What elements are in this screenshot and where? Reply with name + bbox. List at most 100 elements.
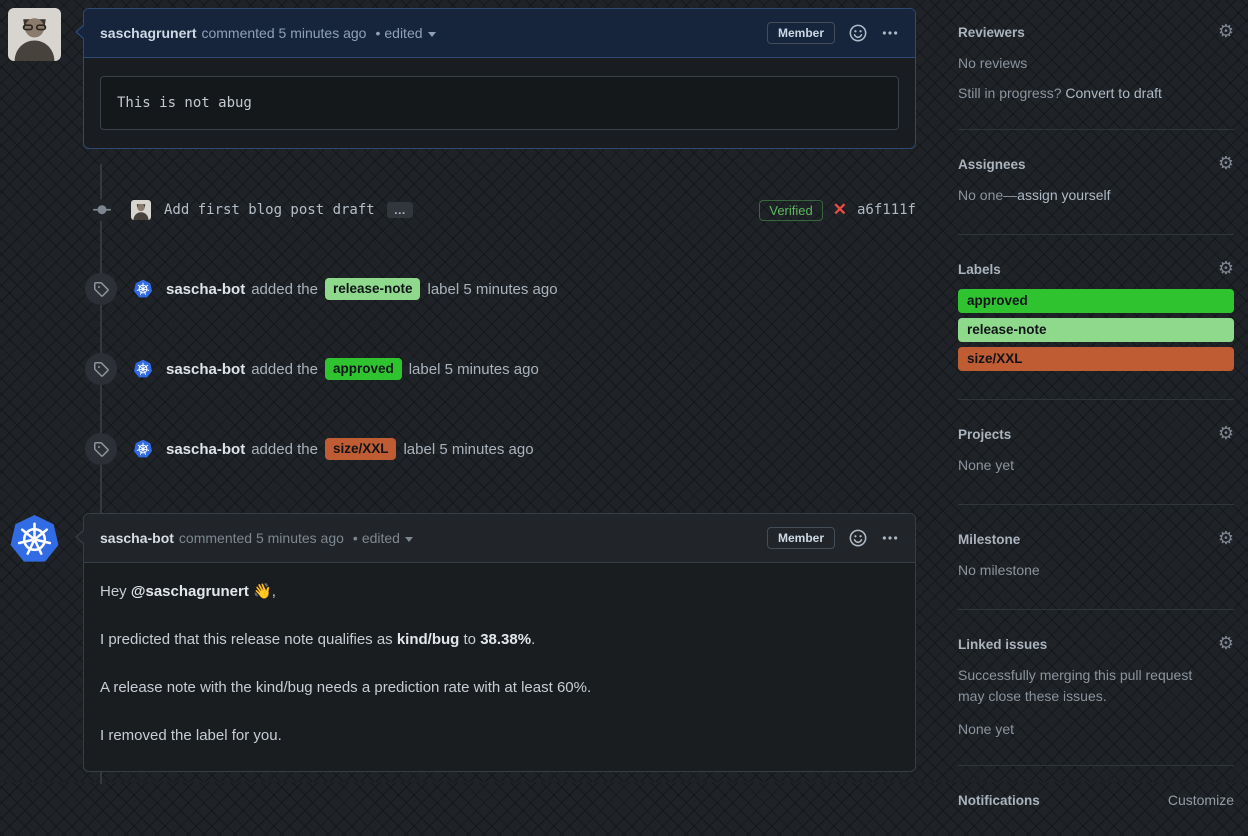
section-header: Linked issues ⚙ xyxy=(958,635,1234,653)
comment-paragraph: I removed the label for you. xyxy=(100,727,282,744)
section-title: Linked issues xyxy=(958,636,1048,652)
tag-icon xyxy=(94,442,109,457)
kebab-horizontal-icon xyxy=(882,536,898,540)
comment-header-actions: Member xyxy=(766,22,899,44)
verified-badge[interactable]: Verified xyxy=(759,199,823,221)
comment-saschagrunert: saschagrunert commented 5 minutes ago • … xyxy=(8,8,916,149)
gear-icon[interactable]: ⚙ xyxy=(1218,23,1234,41)
kubernetes-logo-icon xyxy=(133,439,153,458)
label-chip[interactable]: approved xyxy=(958,289,1234,313)
code-block: This is not abug xyxy=(100,76,899,130)
tag-icon xyxy=(94,282,109,297)
edited-dropdown[interactable]: edited xyxy=(362,530,413,546)
smiley-icon xyxy=(849,529,867,547)
section-title: Assignees xyxy=(958,156,1026,172)
assign-yourself-link[interactable]: assign yourself xyxy=(1017,187,1110,203)
gear-icon[interactable]: ⚙ xyxy=(1218,530,1234,548)
section-header: Reviewers ⚙ xyxy=(958,23,1234,41)
event-icon-circle xyxy=(85,273,117,305)
section-header: Projects ⚙ xyxy=(958,425,1234,443)
add-reaction-button[interactable] xyxy=(849,529,867,547)
avatar-sascha-bot[interactable] xyxy=(8,513,61,566)
label-chip[interactable]: release-note xyxy=(324,278,421,300)
person-avatar-image xyxy=(131,200,151,220)
label-chip[interactable]: release-note xyxy=(958,318,1234,342)
convert-to-draft-link[interactable]: Convert to draft xyxy=(1065,85,1162,101)
section-header: Assignees ⚙ xyxy=(958,155,1234,173)
label-chip[interactable]: approved xyxy=(324,358,402,380)
avatar-sascha-bot[interactable] xyxy=(133,359,153,379)
section-header: Labels ⚙ xyxy=(958,260,1234,278)
comment-body: Hey @saschagrunert 👋, I predicted that t… xyxy=(84,563,915,771)
avatar-saschagrunert[interactable] xyxy=(8,8,61,61)
edited-label: edited xyxy=(361,530,400,546)
event-suffix-text: label 5 minutes ago xyxy=(427,280,558,298)
event-actor-link[interactable]: sascha-bot xyxy=(166,361,245,378)
sidebar-section-notifications: Notifications Customize xyxy=(958,766,1234,836)
kubernetes-logo-icon xyxy=(133,279,153,298)
section-header: Milestone ⚙ xyxy=(958,530,1234,548)
chevron-down-icon xyxy=(427,31,436,37)
comment-header: sascha-bot commented 5 minutes ago • edi… xyxy=(84,514,915,563)
reviewers-empty-text: No reviews xyxy=(958,55,1028,71)
member-badge: Member xyxy=(766,22,835,44)
label-chip[interactable]: size/XXL xyxy=(958,347,1234,371)
text: to xyxy=(459,631,481,648)
comment-paragraph: I predicted that this release note quali… xyxy=(100,629,899,651)
event-text: sascha-bot added the size/XXL label 5 mi… xyxy=(166,438,534,460)
section-title: Reviewers xyxy=(958,24,1025,40)
milestone-empty-text: No milestone xyxy=(958,562,1040,578)
text: Hey xyxy=(100,583,131,600)
commit-event-row: Add first blog post draft … Verified ✕ a… xyxy=(0,195,936,225)
gear-icon[interactable]: ⚙ xyxy=(1218,155,1234,173)
comment-header: saschagrunert commented 5 minutes ago • … xyxy=(84,9,915,58)
gear-icon[interactable]: ⚙ xyxy=(1218,635,1234,653)
event-text: sascha-bot added the release-note label … xyxy=(166,278,558,300)
label-event-row: sascha-bot added the size/XXL label 5 mi… xyxy=(0,433,936,465)
header-bullet: • xyxy=(375,25,381,41)
gear-icon[interactable]: ⚙ xyxy=(1218,260,1234,278)
event-suffix-text: label 5 minutes ago xyxy=(408,360,539,378)
text: No one— xyxy=(958,187,1018,203)
avatar-sascha-bot[interactable] xyxy=(133,439,153,459)
comment-options-button[interactable] xyxy=(881,529,899,547)
kubernetes-logo-icon xyxy=(133,359,153,378)
edited-dropdown[interactable]: edited xyxy=(384,25,436,41)
event-action-text: added the xyxy=(251,360,318,378)
event-actor-link[interactable]: sascha-bot xyxy=(166,281,245,298)
label-chip[interactable]: size/XXL xyxy=(324,438,397,460)
section-header: Notifications Customize xyxy=(958,792,1234,808)
commit-expand-button[interactable]: … xyxy=(386,202,413,218)
labels-list: approved release-note size/XXL xyxy=(958,289,1234,371)
mention-link[interactable]: @saschagrunert xyxy=(131,583,249,600)
event-actor-link[interactable]: sascha-bot xyxy=(166,441,245,458)
reviewers-hint: Still in progress? Convert to draft xyxy=(958,85,1234,101)
label-event-row: sascha-bot added the approved label 5 mi… xyxy=(0,353,936,385)
hint-text: Still in progress? xyxy=(958,85,1066,101)
avatar-sascha-bot[interactable] xyxy=(133,279,153,299)
timeline-column: saschagrunert commented 5 minutes ago • … xyxy=(0,0,936,784)
customize-link[interactable]: Customize xyxy=(1168,792,1234,808)
sidebar-section-linked-issues: Linked issues ⚙ Successfully merging thi… xyxy=(958,610,1234,766)
sidebar-section-milestone: Milestone ⚙ No milestone xyxy=(958,505,1234,610)
sidebar-section-assignees: Assignees ⚙ No one—assign yourself xyxy=(958,130,1234,235)
linked-issues-description: Successfully merging this pull request m… xyxy=(958,667,1193,704)
text: . xyxy=(531,631,536,648)
gear-icon[interactable]: ⚙ xyxy=(1218,425,1234,443)
comment-paragraph: A release note with the kind/bug needs a… xyxy=(100,679,592,696)
sidebar-section-labels: Labels ⚙ approved release-note size/XXL xyxy=(958,235,1234,400)
member-badge: Member xyxy=(766,527,835,549)
commit-message-link[interactable]: Add first blog post draft xyxy=(164,202,375,218)
bold-text: kind/bug xyxy=(396,631,460,648)
comment-author-link[interactable]: sascha-bot xyxy=(100,530,174,546)
commit-author-avatar[interactable] xyxy=(131,200,151,220)
commit-hash-link[interactable]: a6f111f xyxy=(857,202,916,218)
comment-box: sascha-bot commented 5 minutes ago • edi… xyxy=(75,513,916,772)
comment-author-link[interactable]: saschagrunert xyxy=(100,25,196,41)
comment-sascha-bot: sascha-bot commented 5 minutes ago • edi… xyxy=(8,513,916,772)
comment-paragraph: Hey @saschagrunert 👋, xyxy=(100,581,899,603)
person-avatar-image xyxy=(8,8,61,61)
add-reaction-button[interactable] xyxy=(849,24,867,42)
status-failure-x-icon[interactable]: ✕ xyxy=(833,200,847,220)
comment-options-button[interactable] xyxy=(881,24,899,42)
